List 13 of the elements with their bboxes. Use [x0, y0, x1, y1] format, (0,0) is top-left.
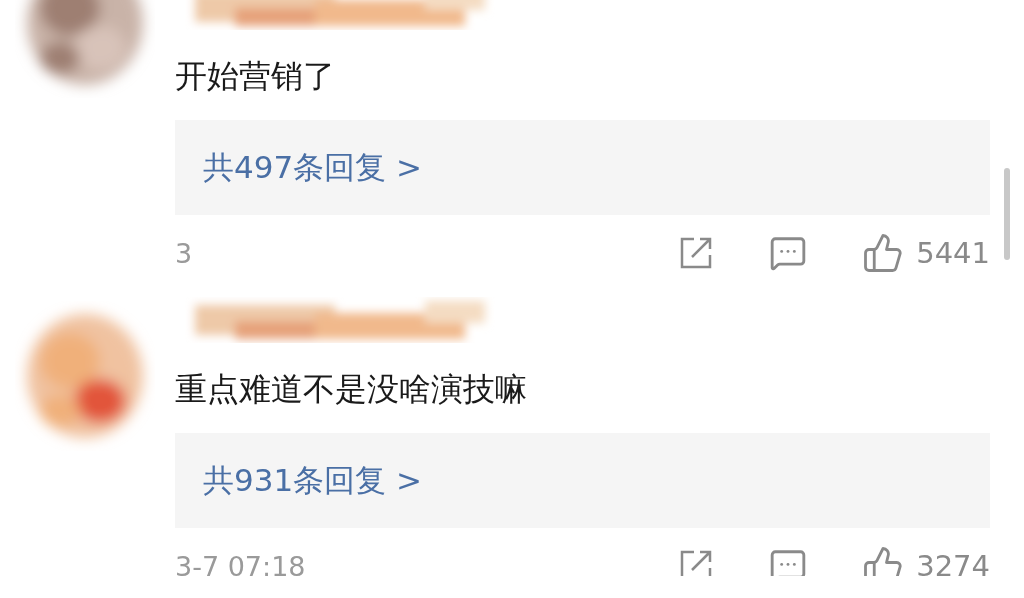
- comment-text: 开始营销了: [175, 56, 336, 97]
- comment-text: 重点难道不是没啥演技嘛: [175, 369, 528, 410]
- scrollbar[interactable]: [1004, 168, 1010, 260]
- like-count: 3274: [916, 549, 990, 576]
- comment-date: 3-7 07:18: [175, 550, 307, 576]
- replies-link[interactable]: 共497条回复 >: [203, 146, 422, 189]
- comment-icon[interactable]: [769, 234, 808, 272]
- replies-link[interactable]: 共931条回复 >: [203, 459, 422, 502]
- like-icon[interactable]: [862, 545, 905, 576]
- comment-icon[interactable]: [769, 547, 808, 576]
- like-icon[interactable]: [862, 232, 905, 274]
- like-count: 5441: [916, 236, 990, 270]
- comment-date: 3: [175, 237, 194, 269]
